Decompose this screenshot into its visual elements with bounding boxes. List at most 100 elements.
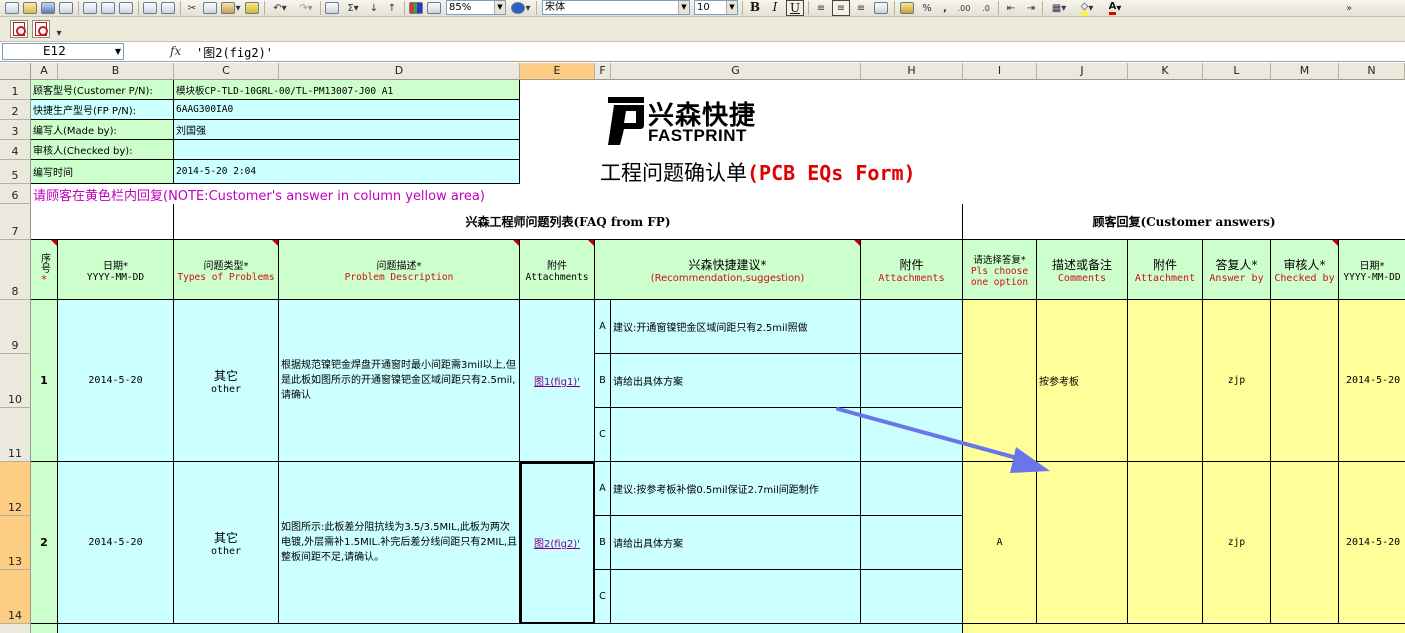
issue-2-attach-c[interactable] xyxy=(861,570,963,624)
issue-2-attach-a[interactable] xyxy=(861,462,963,516)
research-icon[interactable] xyxy=(160,0,176,16)
font-name-select[interactable]: 宋体 ▼ xyxy=(542,0,690,15)
issue-1-attachment-link[interactable]: 图1(fig1)' xyxy=(520,300,595,462)
issue-1-option-b[interactable]: 请给出具体方案 xyxy=(611,354,861,408)
row-header-11[interactable]: 11 xyxy=(0,408,31,462)
align-left-icon[interactable]: ≡ xyxy=(812,0,830,16)
hyperlink-icon[interactable] xyxy=(324,0,340,16)
checked-by-value[interactable] xyxy=(174,140,520,160)
format-painter-icon[interactable] xyxy=(244,0,260,16)
font-size-select[interactable]: 10 ▼ xyxy=(694,0,738,15)
paste-icon[interactable]: ▾ xyxy=(220,0,242,16)
percent-button[interactable]: % xyxy=(918,0,936,16)
issue-1-customer-attachment[interactable] xyxy=(1128,300,1203,462)
merge-center-icon[interactable] xyxy=(872,0,890,16)
column-header-n[interactable]: N xyxy=(1339,63,1405,80)
font-color-icon[interactable]: A ▾ xyxy=(1102,0,1128,16)
bold-button[interactable]: B xyxy=(746,0,764,16)
fp-pn-value[interactable]: 6AAG300IA0 xyxy=(174,100,520,120)
column-header-m[interactable]: M xyxy=(1271,63,1339,80)
column-header-k[interactable]: K xyxy=(1128,63,1203,80)
borders-icon[interactable]: ▦▾ xyxy=(1046,0,1072,16)
issue-2-option-c[interactable] xyxy=(611,570,861,624)
issue-1-choice[interactable] xyxy=(963,300,1037,462)
new-file-icon[interactable] xyxy=(4,0,20,16)
print-preview-icon[interactable] xyxy=(118,0,134,16)
issue-1-attach-b[interactable] xyxy=(861,354,963,408)
help-icon[interactable]: ▾ xyxy=(510,0,532,16)
issue-2-answer-by[interactable]: zjp xyxy=(1203,462,1271,624)
align-center-icon[interactable]: ≡ xyxy=(832,0,850,16)
column-header-g[interactable]: G xyxy=(611,63,861,80)
row-header-2[interactable]: 2 xyxy=(0,100,31,120)
row-header-8[interactable]: 8 xyxy=(0,240,31,300)
issue-2-attachment-link[interactable]: 图2(fig2)' xyxy=(520,462,595,624)
row-header-15[interactable] xyxy=(0,624,31,633)
customer-pn-value[interactable]: 模块板CP-TLD-10GRL-00/TL-PM13007-J00 A1 xyxy=(174,80,520,100)
issue-1-comment[interactable]: 按参考板 xyxy=(1037,300,1128,462)
issue-2-type[interactable]: 其它 other xyxy=(174,462,279,624)
row-header-9[interactable]: 9 xyxy=(0,300,31,354)
issue-2-comment[interactable] xyxy=(1037,462,1128,624)
row-header-4[interactable]: 4 xyxy=(0,140,31,160)
issue-1-checked-by[interactable] xyxy=(1271,300,1339,462)
spelling-icon[interactable] xyxy=(142,0,158,16)
column-header-i[interactable]: I xyxy=(963,63,1037,80)
sort-descending-icon[interactable]: ↑ xyxy=(384,0,400,16)
comma-style-button[interactable]: , xyxy=(938,0,952,16)
issue-2-no[interactable]: 2 xyxy=(31,462,58,624)
issue-1-date-2[interactable]: 2014-5-20 xyxy=(1339,300,1405,462)
issue-2-choice[interactable]: A xyxy=(963,462,1037,624)
issue-2-description[interactable]: 如图所示:此板差分阻抗线为3.5/3.5MIL,此板为两次电镀,外层需补1.5M… xyxy=(279,462,520,624)
row-header-13[interactable]: 13 xyxy=(0,516,31,570)
select-all-button[interactable] xyxy=(0,63,31,80)
autosum-icon[interactable]: Σ ▾ xyxy=(342,0,364,16)
row-header-12[interactable]: 12 xyxy=(0,462,31,516)
underline-button[interactable]: U xyxy=(786,0,804,16)
print-icon[interactable] xyxy=(100,0,116,16)
issue-1-description[interactable]: 根据规范镍钯金焊盘开通窗时最小间距需3mil以上,但是此板如图所示的开通窗镍钯金… xyxy=(279,300,520,462)
toolbar-options-icon[interactable]: ▾ xyxy=(54,25,64,41)
open-file-icon[interactable] xyxy=(22,0,38,16)
issue-1-type[interactable]: 其它 other xyxy=(174,300,279,462)
issue-2-option-b[interactable]: 请给出具体方案 xyxy=(611,516,861,570)
row-header-3[interactable]: 3 xyxy=(0,120,31,140)
row-header-7[interactable]: 7 xyxy=(0,204,31,240)
row-15-cell[interactable] xyxy=(31,624,58,633)
increase-indent-icon[interactable]: ⇥ xyxy=(1022,0,1040,16)
formula-input[interactable]: '图2(fig2)' xyxy=(196,44,273,61)
insert-function-icon[interactable]: fx xyxy=(170,44,181,58)
zoom-select[interactable]: 85% ▼ xyxy=(446,0,506,15)
issue-1-option-c[interactable] xyxy=(611,408,861,462)
issue-1-date[interactable]: 2014-5-20 xyxy=(58,300,174,462)
row-header-10[interactable]: 10 xyxy=(0,354,31,408)
save-icon[interactable] xyxy=(40,0,56,16)
issue-1-answer-by[interactable]: zjp xyxy=(1203,300,1271,462)
issue-2-date[interactable]: 2014-5-20 xyxy=(58,462,174,624)
sort-ascending-icon[interactable]: ↓ xyxy=(366,0,382,16)
chart-wizard-icon[interactable] xyxy=(408,0,424,16)
column-header-f[interactable]: F xyxy=(595,63,611,80)
issue-2-option-a[interactable]: 建议:按参考板补偿0.5mil保证2.7mil间距制作 xyxy=(611,462,861,516)
decrease-indent-icon[interactable]: ⇤ xyxy=(1002,0,1020,16)
redo-icon[interactable]: ↷▾ xyxy=(294,0,318,16)
cut-icon[interactable]: ✂ xyxy=(184,0,200,16)
pdf-email-icon[interactable] xyxy=(32,20,50,38)
align-right-icon[interactable]: ≡ xyxy=(852,0,870,16)
issue-1-no[interactable]: 1 xyxy=(31,300,58,462)
column-header-h[interactable]: H xyxy=(861,63,963,80)
column-header-a[interactable]: A xyxy=(31,63,58,80)
email-icon[interactable] xyxy=(82,0,98,16)
write-time-value[interactable]: 2014-5-20 2:04 xyxy=(174,160,520,184)
issue-1-attach-a[interactable] xyxy=(861,300,963,354)
decrease-decimal-icon[interactable]: .0 xyxy=(976,0,996,16)
column-header-c[interactable]: C xyxy=(174,63,279,80)
name-box[interactable]: E12 ▼ xyxy=(2,43,124,60)
row-header-14[interactable]: 14 xyxy=(0,570,31,624)
currency-icon[interactable] xyxy=(898,0,916,16)
italic-button[interactable]: I xyxy=(766,0,784,16)
copy-icon[interactable] xyxy=(202,0,218,16)
column-header-d[interactable]: D xyxy=(279,63,520,80)
column-header-e[interactable]: E xyxy=(520,63,595,80)
issue-2-customer-attachment[interactable] xyxy=(1128,462,1203,624)
